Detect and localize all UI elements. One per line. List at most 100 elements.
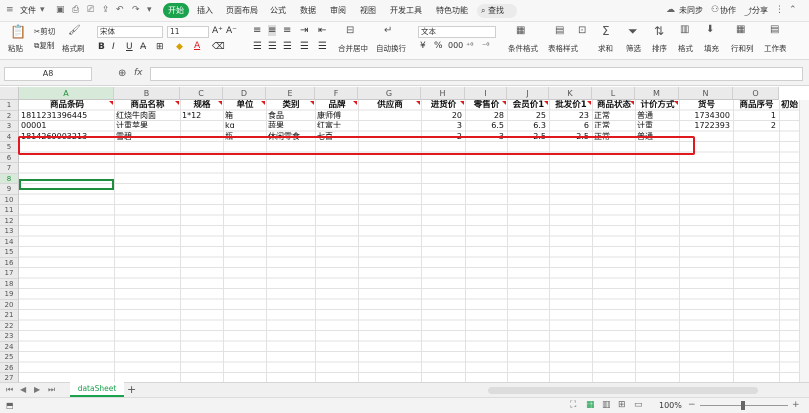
wrap-icon[interactable]: ↵ [384,25,392,36]
table-cell[interactable]: 6.5 [467,121,506,128]
normal-view-icon[interactable]: ▦ [586,400,595,410]
collab-button[interactable]: 协作 [720,5,736,16]
share-button[interactable]: 分享 [752,5,768,16]
table-cell[interactable]: 正常 [594,111,634,122]
next-sheet-icon[interactable]: ▶ [34,385,40,394]
row-header-24[interactable]: 24 [0,341,19,352]
filter-icon[interactable]: ⏷ [628,24,638,39]
table-cell[interactable]: 普通 [637,111,678,122]
table-cell[interactable]: 23 [551,111,591,122]
table-cell[interactable]: 1722393 [681,121,732,128]
table-cell[interactable]: 6 [551,121,591,128]
row-header-3[interactable]: 3 [0,121,19,132]
column-title[interactable]: 单位 [225,100,265,111]
prev-sheet-icon[interactable]: ◀ [20,385,26,394]
row-header-26[interactable]: 26 [0,362,19,373]
table-cell[interactable]: 00001 [21,121,113,128]
align-middle-icon[interactable]: ≡ [268,25,277,36]
column-title[interactable]: 商品状态 [594,100,634,111]
file-menu[interactable]: 文件 [20,5,36,16]
copy-button[interactable]: ⧉复制 [34,40,54,51]
table-style-button[interactable]: 表格样式 [548,43,578,54]
column-title[interactable]: 批发价1 [551,100,591,111]
row-col-icon[interactable]: ▦ [736,24,745,35]
number-format-select[interactable]: 文本 [418,26,496,38]
table-cell[interactable]: 28 [467,111,506,122]
row-col-button[interactable]: 行和列 [731,43,754,54]
column-header-b[interactable]: B [114,87,180,100]
table-cell[interactable] [182,121,222,128]
column-title[interactable]: 类别 [268,100,314,111]
zoom-slider-handle[interactable] [741,401,745,410]
row-header-16[interactable]: 16 [0,257,19,268]
row-header-1[interactable]: 1 [0,100,19,111]
merge-icon[interactable]: ⊟ [346,25,354,36]
column-title[interactable]: 品牌 [317,100,357,111]
table-style-icon[interactable]: ▤ [555,25,564,36]
font-grow-icon[interactable]: A⁺ [212,26,223,36]
table-cell[interactable]: 25 [509,111,548,122]
row-header-2[interactable]: 2 [0,110,19,121]
collapse-icon[interactable]: ⌃ [789,5,797,15]
row-header-12[interactable]: 12 [0,215,19,226]
currency-icon[interactable]: ¥ [420,41,426,51]
table-cell[interactable]: 20 [423,111,464,122]
redo-icon[interactable]: ↷ [132,5,140,15]
decrease-decimal-icon[interactable]: ⁻⁰ [482,41,489,50]
table-cell[interactable]: 红烧牛肉面 [116,111,179,122]
row-header-4[interactable]: 4 [0,131,19,142]
table-cell[interactable]: 1734300 [681,111,732,122]
format-button[interactable]: 格式 [678,43,693,54]
name-box[interactable]: A8 [4,67,92,81]
column-header-g[interactable]: G [358,87,421,100]
fill-icon[interactable]: ⬇ [706,24,714,35]
column-header-i[interactable]: I [465,87,507,100]
align-right-icon[interactable]: ☰ [283,41,292,52]
column-header-n[interactable]: N [679,87,733,100]
fill-button[interactable]: 填充 [704,43,719,54]
undo-icon[interactable]: ↶ [116,5,124,15]
formula-input[interactable] [150,67,803,81]
print-icon[interactable]: ⎚ [87,5,94,15]
table-cell[interactable]: 计重 [637,121,678,128]
thousands-icon[interactable]: 000 [448,41,463,50]
tab-formulas[interactable]: 公式 [270,5,286,16]
outdent-icon[interactable]: ⇤ [318,25,326,36]
row-header-9[interactable]: 9 [0,184,19,195]
column-title[interactable]: 初始 [781,100,798,111]
row-header-23[interactable]: 23 [0,331,19,342]
tab-page-layout[interactable]: 页面布局 [226,5,258,16]
row-header-20[interactable]: 20 [0,299,19,310]
select-all-corner[interactable] [0,87,19,100]
font-shrink-icon[interactable]: A⁻ [226,26,237,36]
more-icon[interactable]: ⋮ [775,5,784,15]
tab-insert[interactable]: 插入 [197,5,213,16]
tab-data[interactable]: 数据 [300,5,316,16]
percent-icon[interactable]: % [434,41,443,51]
column-title[interactable]: 计价方式 [637,100,678,111]
menu-icon[interactable]: ≡ [6,5,14,15]
table-cell[interactable]: 1 [735,111,778,122]
font-size-select[interactable]: 11 [167,26,209,38]
align-bottom-icon[interactable]: ≡ [283,25,291,36]
row-header-13[interactable]: 13 [0,226,19,237]
column-header-o[interactable]: O [733,87,779,100]
wrap-button[interactable]: 自动换行 [376,43,406,54]
sheet-tab-datasheet[interactable]: dataSheet [70,382,124,397]
sum-icon[interactable]: Σ [602,24,610,38]
row-header-22[interactable]: 22 [0,320,19,331]
sort-icon[interactable]: ⇅ [654,24,664,38]
column-header-f[interactable]: F [315,87,358,100]
row-header-25[interactable]: 25 [0,352,19,363]
row-header-7[interactable]: 7 [0,163,19,174]
border-icon[interactable]: ⊞ [156,42,164,52]
column-header-k[interactable]: K [549,87,592,100]
chevron-down-icon[interactable]: ▾ [40,5,45,15]
column-title[interactable]: 商品条码 [21,100,113,111]
last-sheet-icon[interactable]: ⏭ [48,385,55,395]
zoom-in-icon[interactable]: + [792,400,800,410]
selected-cell[interactable] [19,179,114,190]
save-icon[interactable]: ▣ [56,5,65,15]
align-top-icon[interactable]: ≡ [253,25,261,36]
fx-icon[interactable]: fx [134,68,143,78]
